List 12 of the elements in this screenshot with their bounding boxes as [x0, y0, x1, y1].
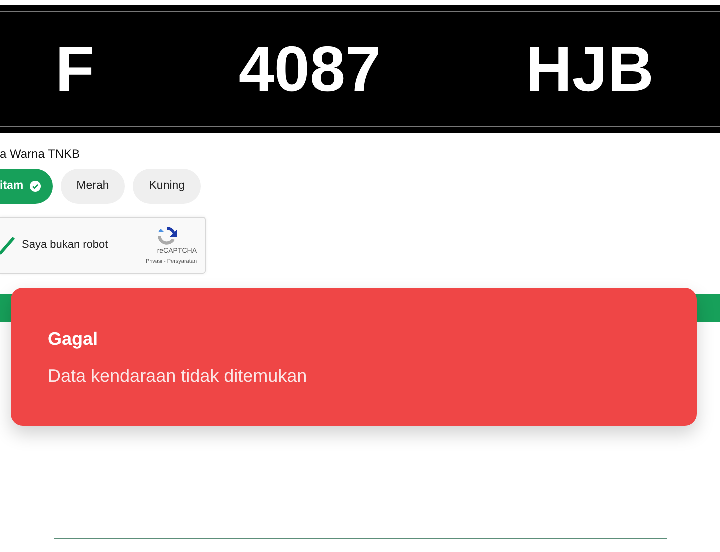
recaptcha-logo-icon: [155, 225, 180, 248]
check-icon: [30, 181, 41, 192]
plate-suffix: HJB: [524, 37, 656, 101]
toast-message: Data kendaraan tidak ditemukan: [48, 366, 308, 386]
toast-title: Gagal: [48, 329, 98, 349]
plate-region: F: [54, 37, 96, 101]
captcha-label: Saya bukan robot: [22, 238, 108, 254]
plate-number: 4087: [238, 37, 382, 101]
color-option[interactable]: Kuning: [133, 169, 202, 204]
color-option[interactable]: Merah: [60, 169, 126, 204]
checkmark-icon[interactable]: [0, 236, 16, 256]
field-label: a Warna TNKB: [0, 147, 80, 161]
